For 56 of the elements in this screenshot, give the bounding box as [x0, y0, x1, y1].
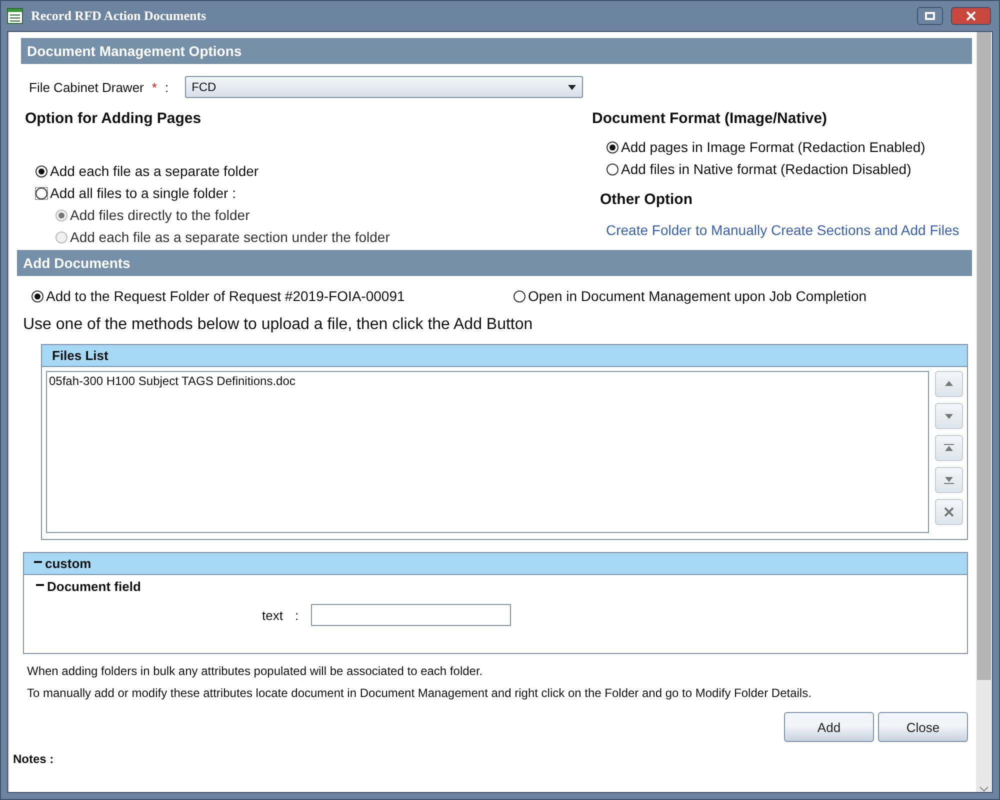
- radio-button[interactable]: [31, 290, 44, 302]
- scroll-thumb[interactable]: [977, 32, 991, 680]
- maximize-button[interactable]: [917, 7, 943, 25]
- field-label: text: [262, 608, 283, 622]
- section-header: Add Documents: [17, 250, 972, 276]
- create-folder-link[interactable]: Create Folder to Manually Create Sections and Add Files: [592, 208, 962, 238]
- radio-option[interactable]: Add to the Request Folder of Request #2019-FOIA-00091: [31, 288, 513, 304]
- remove-icon: [943, 507, 955, 517]
- group-title: Document field: [47, 579, 141, 594]
- files-list[interactable]: 05fah-300 H100 Subject TAGS Definitions.doc: [46, 371, 929, 533]
- scroll-down-icon[interactable]: [979, 786, 989, 792]
- close-dialog-button[interactable]: Close: [878, 712, 968, 742]
- scrollbar[interactable]: [976, 32, 992, 792]
- radio-button[interactable]: [513, 290, 526, 302]
- radio-option[interactable]: Add pages in Image Format (Redaction Enabled): [606, 139, 962, 155]
- move-up-button[interactable]: [935, 371, 963, 397]
- add-button[interactable]: Add: [784, 712, 874, 742]
- instruction-text: Use one of the methods below to upload a file, then click the Add Button: [22, 315, 534, 334]
- form-icon: [7, 8, 23, 24]
- radio-button[interactable]: [35, 164, 48, 178]
- radio-button[interactable]: [35, 186, 48, 200]
- notes-label: Notes :: [13, 751, 55, 766]
- radio-option[interactable]: Open in Document Management upon Job Completion: [513, 288, 867, 304]
- section-heading: Document Format (Image/Native): [592, 110, 828, 127]
- section-heading: Option for Adding Pages: [25, 110, 202, 127]
- note-text: When adding folders in bulk any attributes populated will be associated to each folder.: [27, 664, 484, 678]
- radio-option[interactable]: Add all files to a single folder :: [35, 185, 390, 201]
- radio-button[interactable]: [606, 140, 619, 154]
- radio-option[interactable]: Add each file as a separate folder: [35, 163, 390, 179]
- required-mark: *: [152, 80, 157, 94]
- radio-option[interactable]: Add files in Native format (Redaction Disabled): [606, 161, 962, 177]
- move-up-icon: [943, 379, 955, 389]
- file-item[interactable]: 05fah-300 H100 Subject TAGS Definitions.doc: [49, 374, 926, 388]
- panel-header: Files List: [42, 345, 967, 367]
- radio-button[interactable]: [606, 162, 619, 176]
- move-down-icon: [943, 411, 955, 421]
- section-header: Document Management Options: [21, 38, 972, 64]
- move-to-top-icon: [943, 443, 955, 453]
- field-label: File Cabinet Drawer: [29, 80, 144, 94]
- move-to-top-button[interactable]: [935, 435, 963, 461]
- remove-button[interactable]: [935, 499, 963, 525]
- maximize-icon: [925, 12, 935, 20]
- text-field[interactable]: [310, 604, 511, 626]
- panel-title: custom: [45, 556, 92, 571]
- close-button[interactable]: [951, 7, 991, 25]
- move-to-bottom-button[interactable]: [935, 467, 963, 493]
- move-to-bottom-icon: [943, 475, 955, 485]
- move-down-button[interactable]: [935, 403, 963, 429]
- window-title: Record RFD Action Documents: [31, 8, 208, 24]
- field-label-colon: :: [164, 80, 169, 94]
- drawer-dropdown[interactable]: FCD: [184, 76, 583, 98]
- dropdown-arrow-icon: [568, 84, 576, 90]
- field-label-colon: :: [294, 608, 299, 622]
- close-icon: [966, 11, 976, 21]
- section-heading: Other Option: [599, 190, 694, 208]
- note-text: To manually add or modify these attributes locate document in Document Management and right click on the Folder and go to Modify Folder Details.: [27, 686, 812, 700]
